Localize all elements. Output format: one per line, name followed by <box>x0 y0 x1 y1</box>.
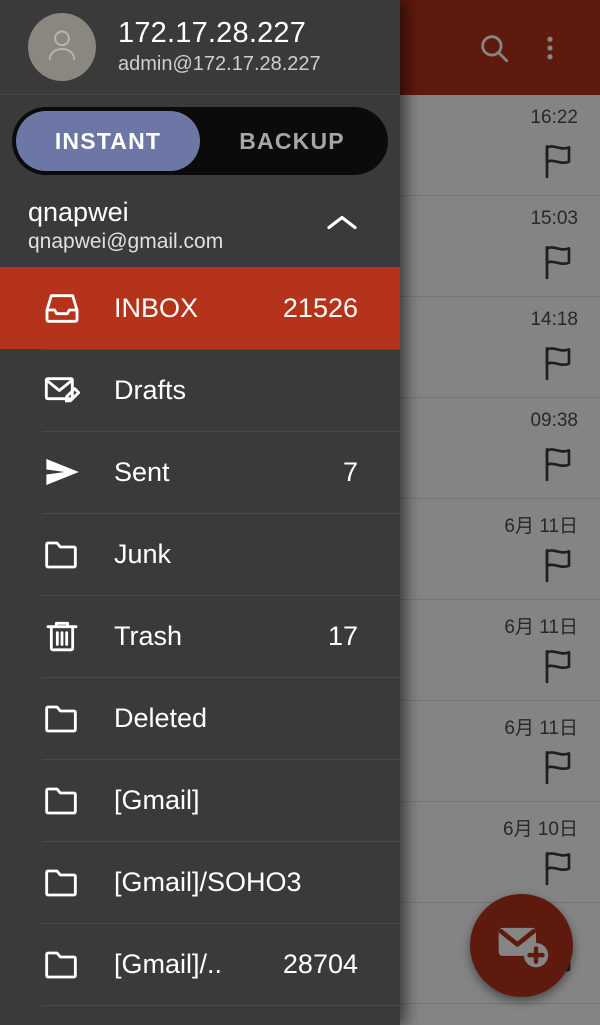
folder-count: 7 <box>342 456 358 487</box>
folder-count: 28704 <box>282 948 358 979</box>
folder-icon <box>42 944 96 984</box>
folder-item-gmail[interactable]: [Gmail]/.. 28704 <box>0 923 400 1005</box>
folder-icon <box>42 534 96 574</box>
folder-icon <box>42 698 96 738</box>
folder-label: [Gmail] <box>114 784 200 815</box>
folder-list[interactable]: INBOX 21526 Drafts Sent 7 Junk Trash 17 Deleted [… <box>0 267 400 1006</box>
toggle-instant[interactable]: INSTANT <box>16 111 200 171</box>
drawer-account-text: 172.17.28.227 admin@172.17.28.227 <box>118 18 321 75</box>
folder-label: [Gmail]/SOHO3 <box>114 866 302 897</box>
folder-label: Deleted <box>114 702 208 733</box>
server-host: 172.17.28.227 <box>118 17 307 50</box>
divider <box>42 595 400 596</box>
toggle-backup[interactable]: BACKUP <box>200 111 384 171</box>
folder-label: [Gmail]/.. <box>114 948 223 979</box>
folder-icon <box>42 780 96 820</box>
draft-icon <box>42 370 96 410</box>
divider <box>42 1005 400 1006</box>
divider <box>42 513 400 514</box>
folder-label: Sent <box>114 456 170 487</box>
server-account-email: admin@172.17.28.227 <box>118 52 321 75</box>
mode-toggle-wrap: INSTANT BACKUP <box>0 95 400 185</box>
divider <box>42 349 400 350</box>
folder-item-gmail-soho3[interactable]: [Gmail]/SOHO3 <box>0 841 400 923</box>
avatar <box>28 13 96 81</box>
person-avatar-icon <box>42 25 82 70</box>
navigation-drawer: 172.17.28.227 admin@172.17.28.227 INSTAN… <box>0 0 400 1025</box>
folder-count: 21526 <box>282 292 358 323</box>
folder-label: Trash <box>114 620 183 651</box>
folder-label: Drafts <box>114 374 187 405</box>
send-icon <box>42 451 96 493</box>
folder-icon <box>42 862 96 902</box>
folder-item-junk[interactable]: Junk <box>0 513 400 595</box>
mode-toggle[interactable]: INSTANT BACKUP <box>12 107 388 175</box>
divider <box>42 759 400 760</box>
trash-icon <box>42 616 96 656</box>
folder-label: INBOX <box>114 292 199 323</box>
drawer-account-header[interactable]: 172.17.28.227 admin@172.17.28.227 <box>0 0 400 95</box>
folder-item-drafts[interactable]: Drafts <box>0 349 400 431</box>
divider <box>42 923 400 924</box>
folder-count: 17 <box>327 620 358 651</box>
divider <box>42 841 400 842</box>
folder-label: Junk <box>114 538 172 569</box>
folder-item-gmail[interactable]: [Gmail] <box>0 759 400 841</box>
folder-item-trash[interactable]: Trash 17 <box>0 595 400 677</box>
folder-item-deleted[interactable]: Deleted <box>0 677 400 759</box>
divider <box>42 677 400 678</box>
inbox-icon <box>42 288 96 328</box>
divider <box>42 431 400 432</box>
app-root: 16:22精选…15:0314:18your f…09:386月 11日6月 1… <box>0 0 600 1025</box>
chevron-up-icon[interactable] <box>324 213 360 240</box>
folder-item-sent[interactable]: Sent 7 <box>0 431 400 513</box>
folder-item-inbox[interactable]: INBOX 21526 <box>0 267 400 349</box>
account-selector[interactable]: qnapwei qnapwei@gmail.com <box>0 185 400 267</box>
